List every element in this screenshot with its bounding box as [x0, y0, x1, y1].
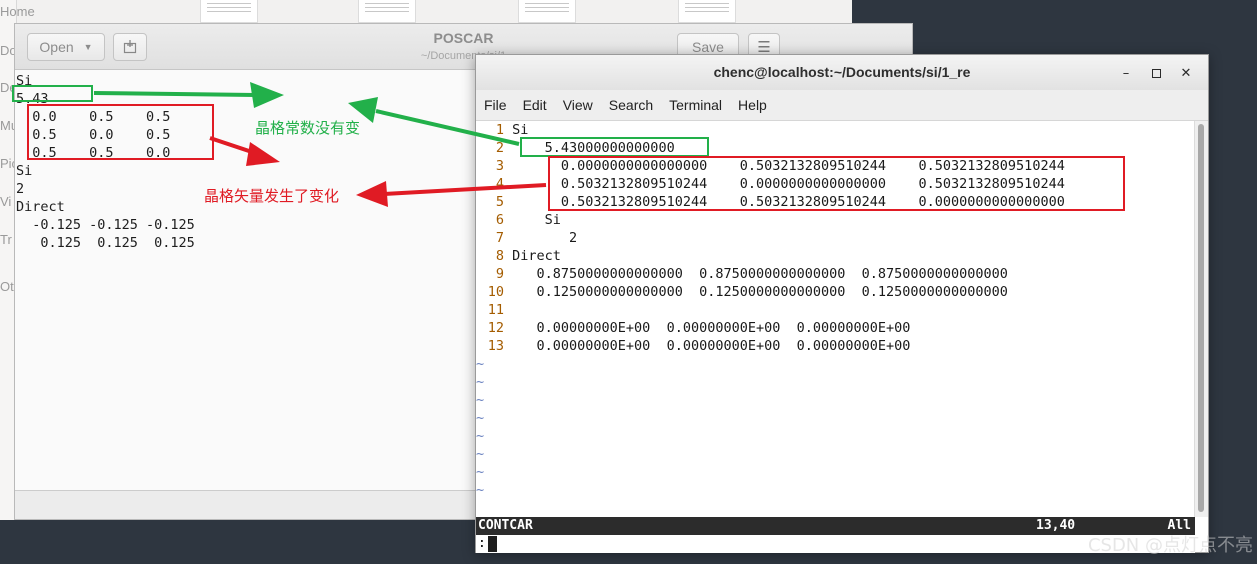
- green-arrow-right: [93, 82, 284, 108]
- csdn-watermark: CSDN @点灯点不亮: [1087, 535, 1253, 556]
- annotation-arrows: [93, 82, 547, 207]
- green-arrow-left: [348, 97, 520, 146]
- red-arrow-left: [356, 181, 547, 207]
- lattice-vector-note: 晶格矢量发生了变化: [204, 187, 340, 205]
- lattice-constant-note: 晶格常数没有变: [255, 119, 361, 137]
- red-arrow-right: [209, 136, 280, 166]
